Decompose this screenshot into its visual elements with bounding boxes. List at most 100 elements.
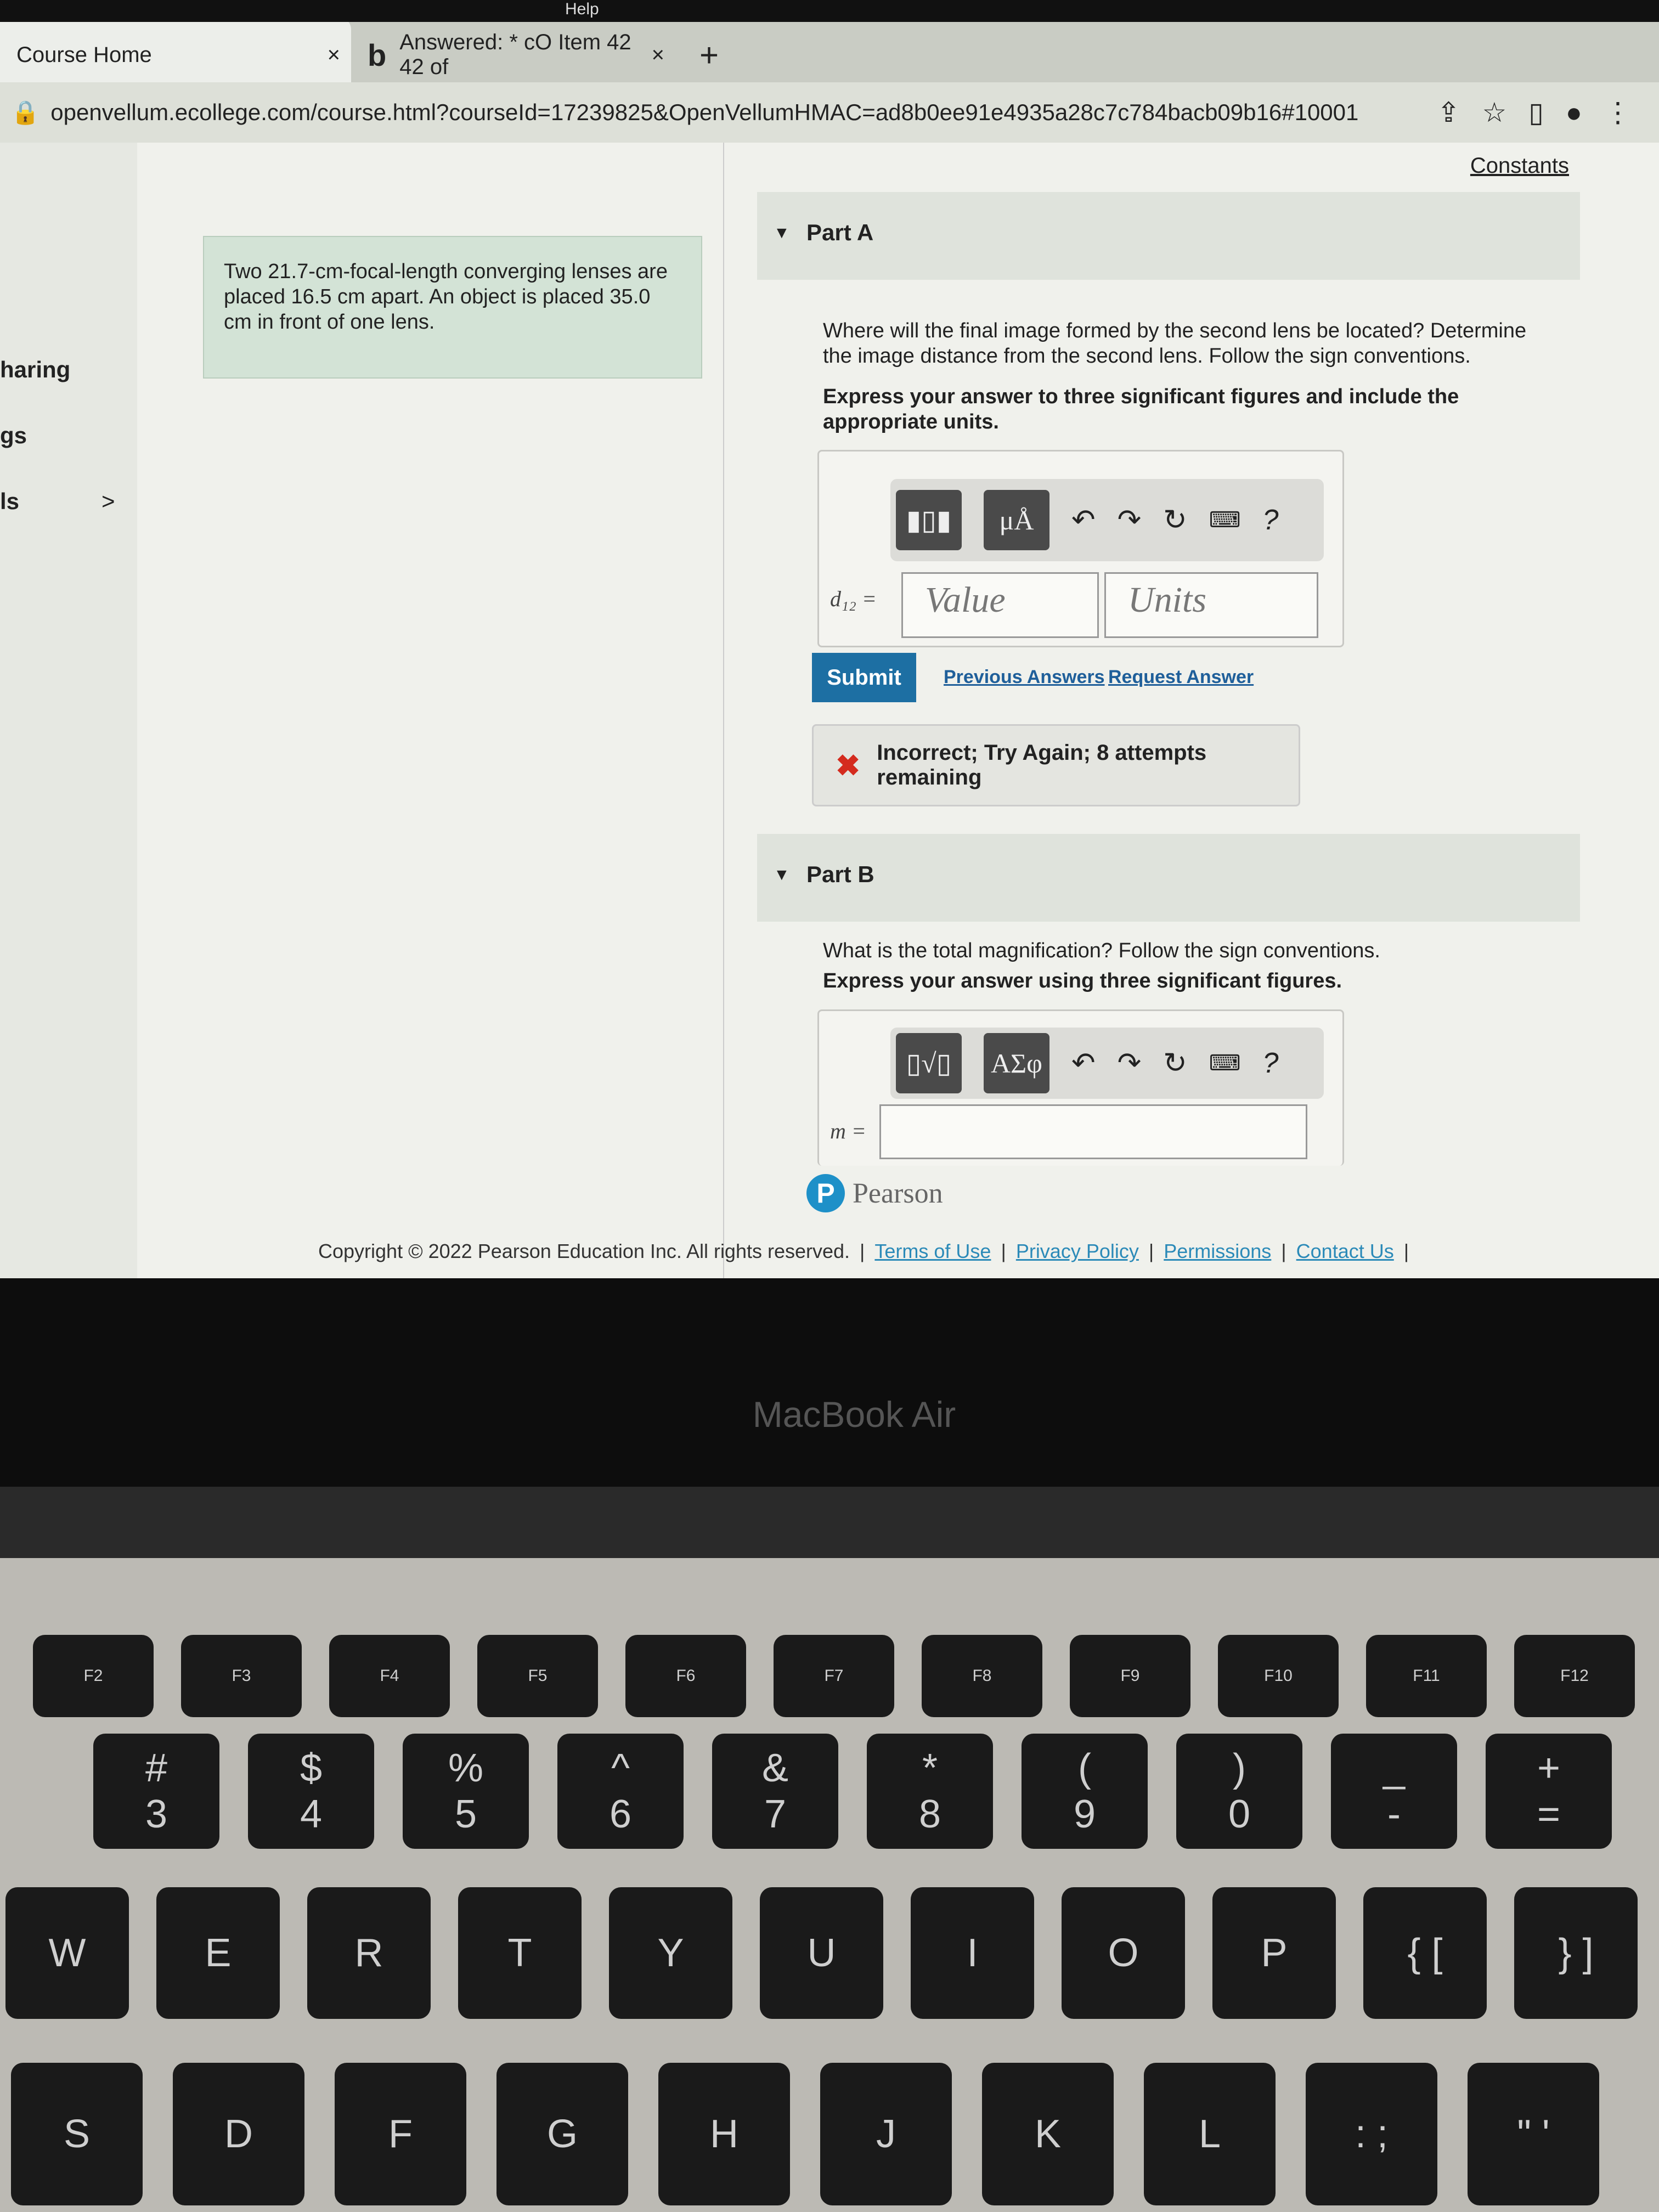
key-8[interactable]: * 8: [867, 1734, 993, 1849]
key-label: _: [1383, 1746, 1406, 1790]
permissions-link[interactable]: Permissions: [1164, 1240, 1271, 1263]
part-a-header[interactable]: ▼ Part A: [757, 192, 1580, 280]
keyboard: F2 F3 F4 F5 F6 F7 F8 F9 F10 F11 F12 #3 $4% 5 ^ 6 & 7 * 8(9)…: [0, 1558, 1659, 2212]
part-a-answer-box: ▮▯▮ μÅ ↶ ↷ ↻ ⌨ ? d₁₂ = Value Units: [817, 450, 1344, 647]
math-templates-button[interactable]: ▯√▯: [896, 1033, 962, 1093]
key-w[interactable]: W: [5, 1887, 129, 2019]
key-f6[interactable]: F6: [625, 1635, 746, 1717]
profile-icon[interactable]: ●: [1566, 97, 1582, 128]
key-symbol[interactable]: { [: [1363, 1887, 1487, 2019]
key-y[interactable]: Y: [609, 1887, 732, 2019]
key-s[interactable]: S: [11, 2063, 143, 2205]
key-6[interactable]: ^ 6: [557, 1734, 684, 1849]
key-label: +: [1537, 1746, 1561, 1790]
key-h[interactable]: H: [658, 2063, 790, 2205]
key-l[interactable]: L: [1144, 2063, 1276, 2205]
key-k[interactable]: K: [982, 2063, 1114, 2205]
previous-answers-link[interactable]: Previous Answers: [944, 667, 1105, 688]
constants-link[interactable]: Constants: [1470, 154, 1569, 178]
reset-icon[interactable]: ↻: [1163, 504, 1187, 537]
key-j[interactable]: J: [820, 2063, 952, 2205]
help-icon[interactable]: ?: [1262, 1047, 1278, 1080]
key-f5[interactable]: F5: [477, 1635, 598, 1717]
url-text[interactable]: openvellum.ecollege.com/course.html?cour…: [50, 99, 1358, 126]
redo-icon[interactable]: ↷: [1118, 1047, 1142, 1080]
star-icon[interactable]: ☆: [1482, 97, 1506, 128]
key-label: ^: [611, 1746, 630, 1790]
units-input[interactable]: Units: [1104, 572, 1318, 638]
sidebar-item-sharing[interactable]: haring: [0, 357, 70, 383]
key-7[interactable]: & 7: [712, 1734, 838, 1849]
menu-help[interactable]: Help: [565, 0, 599, 18]
value-input[interactable]: Value: [901, 572, 1099, 638]
sidebar-item-gs[interactable]: gs: [0, 422, 27, 449]
magnification-input[interactable]: [879, 1104, 1307, 1159]
key-label: J: [876, 2112, 896, 2156]
key-g[interactable]: G: [496, 2063, 628, 2205]
key-f7[interactable]: F7: [774, 1635, 894, 1717]
key-f10[interactable]: F10: [1218, 1635, 1339, 1717]
part-b-header[interactable]: ▼ Part B: [757, 834, 1580, 922]
reset-icon[interactable]: ↻: [1163, 1047, 1187, 1080]
keyboard-icon[interactable]: ⌨: [1209, 1051, 1241, 1076]
key-label: { [: [1407, 1931, 1443, 1975]
key-f9[interactable]: F9: [1070, 1635, 1190, 1717]
key-f3[interactable]: F3: [181, 1635, 302, 1717]
key-symbol[interactable]: } ]: [1514, 1887, 1638, 2019]
sidebar-item-label: ls: [0, 488, 20, 514]
units-button[interactable]: μÅ: [984, 490, 1049, 550]
key-o[interactable]: O: [1062, 1887, 1185, 2019]
menu-icon[interactable]: ⋮: [1604, 97, 1632, 128]
key-label: (: [1078, 1746, 1091, 1790]
key-3[interactable]: #3: [93, 1734, 219, 1849]
key-t[interactable]: T: [458, 1887, 582, 2019]
submit-button[interactable]: Submit: [812, 653, 916, 702]
close-icon[interactable]: ×: [328, 43, 340, 67]
undo-icon[interactable]: ↶: [1071, 1047, 1096, 1080]
undo-icon[interactable]: ↶: [1071, 504, 1096, 537]
tab-course-home[interactable]: Course Home ×: [0, 16, 351, 93]
key-f[interactable]: F: [335, 2063, 466, 2205]
key-9[interactable]: (9: [1022, 1734, 1148, 1849]
key-i[interactable]: I: [911, 1887, 1034, 2019]
templates-button[interactable]: ▮▯▮: [896, 490, 962, 550]
key-symbol[interactable]: + =: [1486, 1734, 1612, 1849]
tab-answered[interactable]: b Answered: * cO Item 42 42 of × +: [351, 16, 735, 93]
key-f2[interactable]: F2: [33, 1635, 154, 1717]
request-answer-link[interactable]: Request Answer: [1108, 667, 1254, 688]
close-icon[interactable]: ×: [652, 43, 664, 67]
key-f8[interactable]: F8: [922, 1635, 1042, 1717]
key-0[interactable]: ) 0: [1176, 1734, 1302, 1849]
key-f11[interactable]: F11: [1366, 1635, 1487, 1717]
contact-link[interactable]: Contact Us: [1296, 1240, 1394, 1263]
footer: Copyright © 2022 Pearson Education Inc. …: [318, 1240, 1409, 1263]
new-tab-button[interactable]: +: [699, 36, 719, 74]
keyboard-icon[interactable]: ⌨: [1209, 507, 1241, 533]
redo-icon[interactable]: ↷: [1118, 504, 1142, 537]
key-r[interactable]: R: [307, 1887, 431, 2019]
share-icon[interactable]: ⇪: [1437, 97, 1460, 128]
key-label: F4: [380, 1667, 399, 1685]
sidebar-item-ls[interactable]: ls >: [0, 488, 115, 515]
privacy-link[interactable]: Privacy Policy: [1016, 1240, 1139, 1263]
key-label: F10: [1264, 1667, 1293, 1685]
key-label: 9: [1073, 1792, 1096, 1836]
key-u[interactable]: U: [760, 1887, 883, 2019]
laptop-brand: MacBook Air: [752, 1394, 956, 1435]
sidebar-icon[interactable]: ▯: [1528, 97, 1544, 128]
key-symbol[interactable]: " ': [1468, 2063, 1599, 2205]
key-label: ): [1233, 1746, 1246, 1790]
key-symbol[interactable]: : ;: [1306, 2063, 1437, 2205]
key-e[interactable]: E: [156, 1887, 280, 2019]
key-p[interactable]: P: [1212, 1887, 1336, 2019]
terms-link[interactable]: Terms of Use: [874, 1240, 991, 1263]
key-f4[interactable]: F4: [329, 1635, 450, 1717]
key-d[interactable]: D: [173, 2063, 304, 2205]
key-5[interactable]: % 5: [403, 1734, 529, 1849]
greek-symbols-button[interactable]: ΑΣφ: [984, 1033, 1049, 1093]
key-4[interactable]: $4: [248, 1734, 374, 1849]
key-symbol[interactable]: _ -: [1331, 1734, 1457, 1849]
address-bar[interactable]: 🔒 openvellum.ecollege.com/course.html?co…: [0, 82, 1659, 143]
help-icon[interactable]: ?: [1262, 504, 1278, 537]
key-f12[interactable]: F12: [1514, 1635, 1635, 1717]
